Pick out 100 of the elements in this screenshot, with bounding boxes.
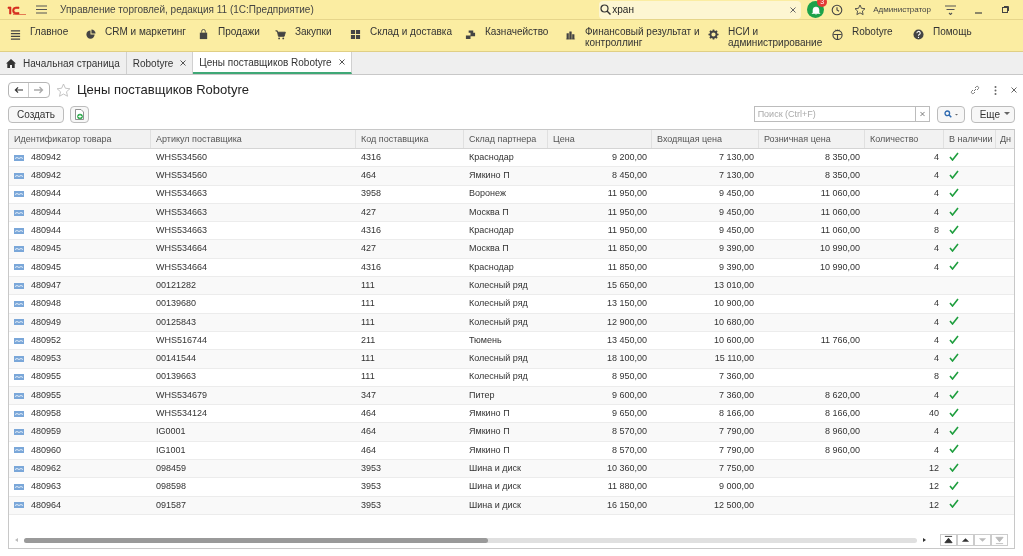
create-button[interactable]: Создать: [8, 105, 64, 123]
table-cell-text: 12 500,00: [713, 498, 754, 512]
column-header[interactable]: Количество: [865, 130, 944, 148]
table-cell-text: Шина и диск: [469, 461, 521, 475]
product-card-icon: [14, 502, 24, 509]
bag-icon[interactable]: [198, 29, 209, 40]
table-search-field[interactable]: Поиск (Ctrl+F): [753, 106, 916, 122]
table-cell: 7 360,00: [718, 370, 754, 384]
table-cell: 00141544: [156, 352, 197, 366]
section-link[interactable]: Продажи: [218, 26, 260, 37]
history-icon[interactable]: [831, 3, 844, 16]
grid-icon[interactable]: [350, 29, 361, 40]
table-cell: Шина и диск: [469, 480, 521, 494]
column-header[interactable]: Дн: [996, 130, 1014, 148]
add-document-button[interactable]: [70, 105, 89, 123]
table-cell-text: 091587: [156, 498, 187, 512]
steering-wheel-icon[interactable]: [832, 29, 843, 40]
product-card-icon: [14, 319, 24, 326]
more-icon[interactable]: [994, 85, 997, 95]
bar-chart-icon[interactable]: [565, 29, 576, 40]
pie-chart-icon[interactable]: [85, 29, 96, 40]
column-header[interactable]: Входящая цена: [652, 130, 759, 148]
menu-icon[interactable]: [36, 5, 47, 14]
table-cell-text: Колесный ряд: [469, 315, 528, 329]
column-header[interactable]: Идентификатор товара: [9, 130, 151, 148]
column-header[interactable]: Артикул поставщика: [151, 130, 356, 148]
help-icon[interactable]: [913, 29, 924, 40]
table-cell: 480945: [31, 242, 62, 256]
section-link[interactable]: Robotyre: [852, 26, 893, 37]
favorite-star-icon[interactable]: [56, 82, 71, 98]
table-cell-text: 8 350,00: [824, 150, 860, 164]
column-header[interactable]: Код поставщика: [356, 130, 464, 148]
table-cell-text: 3953: [361, 461, 382, 475]
table-cell-text: 427: [361, 205, 377, 219]
search-field[interactable]: хран: [599, 0, 802, 19]
table-cell-text: 11 850,00: [607, 260, 647, 274]
section-link[interactable]: Склад и доставка: [370, 26, 452, 37]
settings-menu-icon[interactable]: [945, 4, 956, 15]
section-link[interactable]: Помощь: [933, 26, 972, 37]
user-name[interactable]: Администратор: [873, 3, 931, 16]
app-logo-icon[interactable]: [7, 4, 27, 15]
table-cell-text: 9 600,00: [611, 388, 647, 402]
close-icon[interactable]: [180, 60, 187, 66]
column-header[interactable]: Розничная цена: [759, 130, 865, 148]
table-cell-text: 4: [934, 443, 939, 457]
table-cell-text: 4: [934, 150, 939, 164]
table-cell: 8: [934, 370, 939, 384]
table-cell: 480944: [31, 224, 62, 238]
table-cell: 111: [361, 297, 375, 311]
gear-icon[interactable]: [708, 29, 719, 40]
table-cell: 11 950,00: [607, 224, 647, 238]
section-link[interactable]: Закупки: [295, 26, 332, 37]
link-icon[interactable]: [970, 85, 980, 95]
horizontal-scrollbar[interactable]: [24, 537, 917, 543]
table-cell: Москва П: [469, 242, 509, 256]
table-cell-text: 10 360,00: [606, 461, 647, 475]
search-button[interactable]: [936, 105, 965, 123]
window-title: Управление торговлей, редакция 11 (1С:Предприятие): [60, 3, 314, 17]
table-cell-text: 480960: [31, 443, 62, 457]
table-cell-text: 00125843: [156, 315, 197, 329]
tab[interactable]: Цены поставщиков Robotyre: [193, 52, 352, 74]
list-icon[interactable]: [10, 29, 21, 40]
table-cell-text: 10 990,00: [819, 260, 860, 274]
table-cell: Колесный ряд: [469, 352, 528, 366]
table-cell: WHS534663: [156, 224, 208, 238]
search-icon: [943, 110, 958, 118]
cart-icon[interactable]: [275, 29, 286, 40]
section-link[interactable]: НСИ и администрирование: [728, 26, 828, 48]
table-cell: Ямкино П: [469, 425, 510, 439]
column-header[interactable]: Склад партнера: [464, 130, 548, 148]
table-cell: Краснодар: [469, 224, 514, 238]
more-button[interactable]: Еще: [970, 105, 1015, 123]
table-cell-text: 480955: [31, 388, 62, 402]
column-header[interactable]: В наличии: [944, 130, 996, 148]
table-cell-text: 111: [361, 278, 375, 292]
table-cell-text: WHS534679: [156, 388, 208, 402]
restore-icon[interactable]: [1002, 6, 1009, 13]
table-cell: 40: [929, 407, 939, 421]
table-cell-text: Ямкино П: [469, 443, 510, 457]
scroll-right-icon[interactable]: [923, 538, 926, 542]
scroll-top-icon[interactable]: [940, 534, 957, 546]
close-icon[interactable]: [338, 59, 345, 65]
star-icon[interactable]: [854, 3, 867, 16]
column-header[interactable]: Цена: [548, 130, 652, 148]
table-cell: 10 990,00: [819, 242, 860, 256]
close-icon[interactable]: [790, 6, 797, 13]
table-cell-text: 9 390,00: [718, 260, 754, 274]
product-card-icon: [14, 209, 24, 216]
table-cell-text: 4: [934, 205, 939, 219]
section-link[interactable]: CRM и маркетинг: [105, 26, 186, 37]
table-cell: Ямкино П: [469, 407, 510, 421]
scroll-up-icon[interactable]: [957, 534, 974, 546]
table-cell: 8 570,00: [611, 425, 647, 439]
minimize-icon[interactable]: [975, 11, 982, 14]
section-link[interactable]: Финансовый результат и контроллинг: [585, 26, 704, 48]
table-cell: 4: [934, 297, 939, 311]
product-card-icon: [14, 429, 24, 436]
section-link[interactable]: Казначейство: [485, 26, 549, 37]
close-icon[interactable]: [1011, 87, 1017, 93]
section-link[interactable]: Главное: [30, 26, 69, 37]
